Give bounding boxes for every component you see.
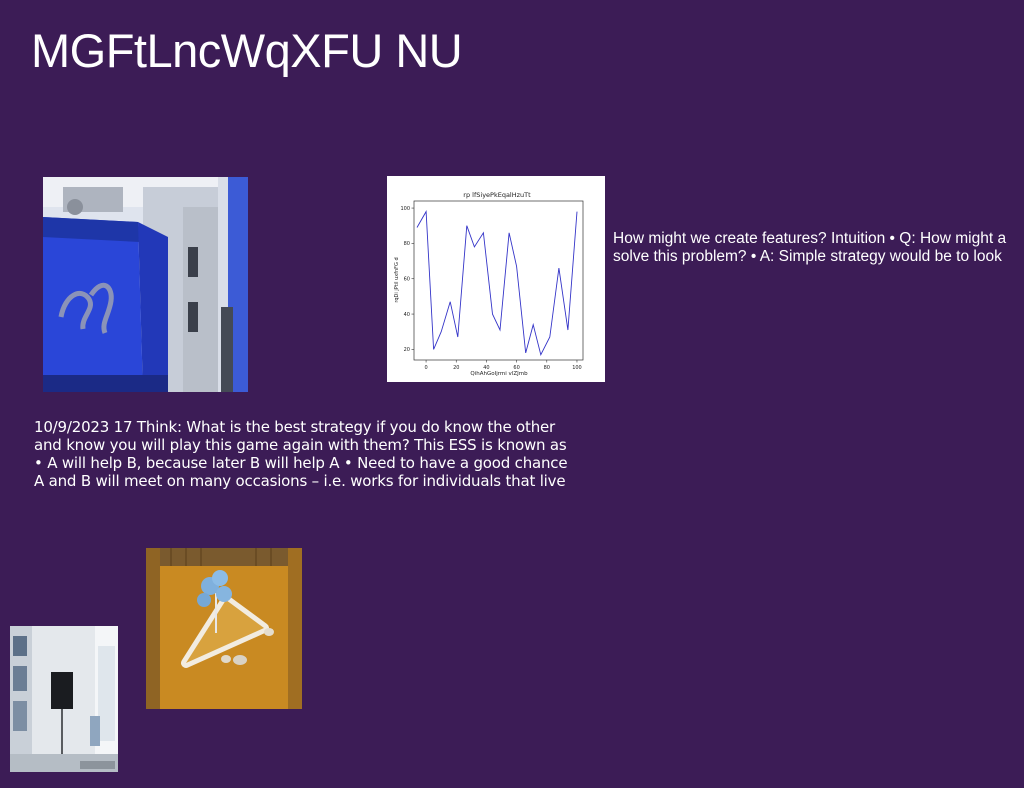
body-text-line: 10/9/2023 17 Think: What is the best str… <box>34 418 556 436</box>
side-text-line: How might we create features? Intuition … <box>613 230 1007 247</box>
y-tick-label: 40 <box>404 312 410 318</box>
y-tick-label: 20 <box>404 347 410 353</box>
room-photo <box>10 626 118 772</box>
sculpture-photo <box>146 548 302 709</box>
body-text: 10/9/2023 17 Think: What is the best str… <box>34 418 574 490</box>
side-text: How might we create features? Intuition … <box>613 230 1024 265</box>
y-tick-label: 100 <box>400 206 410 212</box>
line-chart: rp lfSiyePkEqalHzuTt 0 20 40 60 80 100 20 40 60… <box>387 176 605 382</box>
chart-xlabel: QihAhGoIjrmi vlZJmb <box>470 371 528 377</box>
building-photo <box>43 177 248 392</box>
chart-title: rp lfSiyePkEqalHzuTt <box>463 191 531 199</box>
side-text-line: solve this problem? • A: Simple strategy… <box>613 247 1002 265</box>
body-text-line: A and B will meet on many occasions – i.… <box>34 472 566 490</box>
y-tick-label: 60 <box>404 277 410 283</box>
x-tick-label: 20 <box>453 365 459 371</box>
x-tick-label: 80 <box>544 365 550 371</box>
series-line <box>416 210 578 356</box>
x-tick-label: 0 <box>424 365 427 371</box>
body-text-line: and know you will play this game again w… <box>34 436 567 454</box>
chart-ylabel: rqDi jPtil uxfnFG d <box>394 257 400 302</box>
x-tick-label: 100 <box>572 365 582 371</box>
slide-title: MGFtLncWqXFU NU <box>31 24 463 77</box>
body-text-line: • A will help B, because later B will he… <box>34 454 568 472</box>
y-tick-label: 80 <box>404 241 410 247</box>
